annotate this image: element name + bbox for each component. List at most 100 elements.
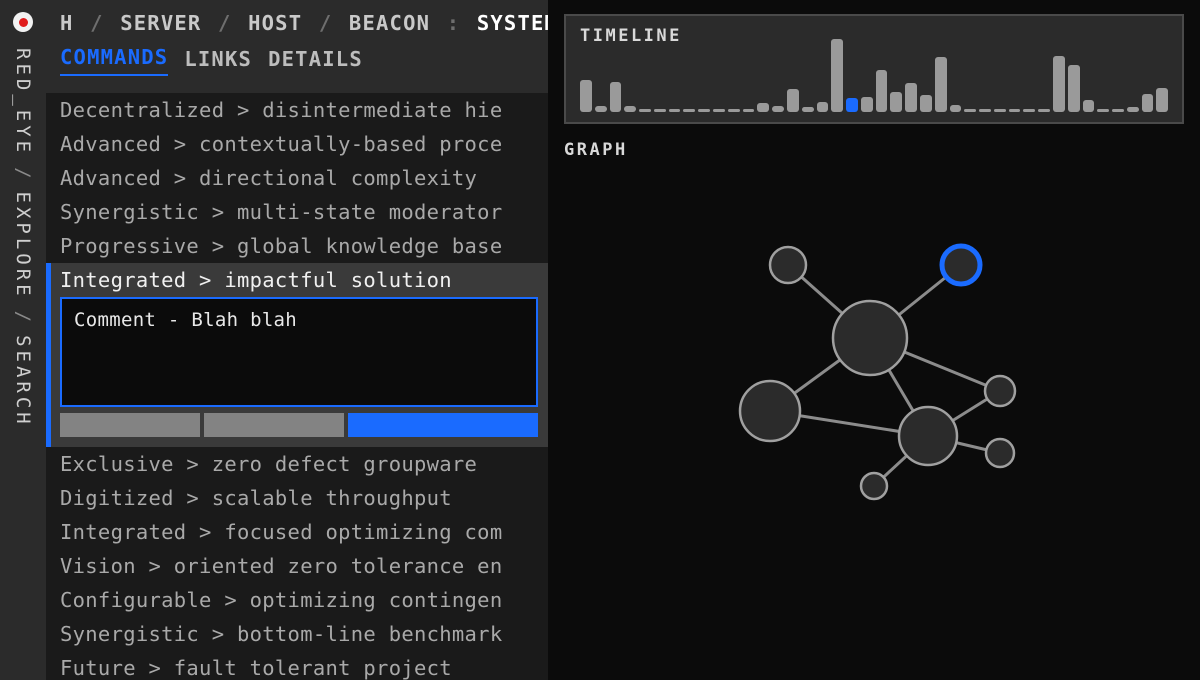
list-item[interactable]: Progressive > global knowledge base <box>46 229 548 263</box>
timeline-bar[interactable] <box>1126 106 1139 112</box>
timeline-bar[interactable] <box>890 92 903 112</box>
rail-breadcrumb: RED_EYE / EXPLORE / SEARCH <box>0 44 46 680</box>
rail-item-explore[interactable]: EXPLORE <box>12 192 34 300</box>
cancel-button[interactable] <box>60 413 200 437</box>
left-rail: RED_EYE / EXPLORE / SEARCH <box>0 0 46 680</box>
comment-editor-wrap <box>51 297 548 447</box>
tab-details[interactable]: DETAILS <box>268 44 363 76</box>
rail-item-search[interactable]: SEARCH <box>12 335 34 428</box>
timeline-bar[interactable] <box>919 94 932 112</box>
timeline-bar[interactable] <box>1008 109 1021 112</box>
timeline-bar[interactable] <box>639 109 651 112</box>
list-item[interactable]: Synergistic > multi-state moderator <box>46 195 548 229</box>
timeline-bar[interactable] <box>786 89 799 112</box>
timeline-bar[interactable] <box>1112 108 1124 112</box>
tab-bar: COMMANDS LINKS DETAILS <box>60 42 534 76</box>
app-root: RED_EYE / EXPLORE / SEARCH H / SERVER / … <box>0 0 1200 680</box>
graph-node[interactable] <box>984 437 1016 469</box>
list-item[interactable]: Decentralized > disintermediate hie <box>46 93 548 127</box>
timeline-bar[interactable] <box>949 105 962 112</box>
breadcrumb-item-server[interactable]: SERVER <box>120 11 201 35</box>
comment-textarea[interactable] <box>60 297 538 407</box>
breadcrumb-current: SYSTEM* <box>476 11 548 35</box>
tab-commands[interactable]: COMMANDS <box>60 42 169 76</box>
timeline-bar[interactable] <box>831 39 844 112</box>
timeline-bar[interactable] <box>1097 108 1110 112</box>
graph-title: GRAPH <box>564 140 628 160</box>
breadcrumb-item-h[interactable]: H <box>60 11 74 35</box>
timeline-bar[interactable] <box>1038 109 1050 112</box>
timeline-panel: TIMELINE <box>564 14 1184 124</box>
timeline-bar[interactable] <box>1141 93 1154 112</box>
timeline-bar[interactable] <box>653 109 666 112</box>
breadcrumb-separator: / <box>318 11 333 35</box>
commands-panel: H / SERVER / HOST / BEACON : SYSTEM* COM… <box>46 0 548 680</box>
timeline-bar[interactable] <box>1023 109 1036 112</box>
list-item[interactable]: Exclusive > zero defect groupware <box>46 447 548 481</box>
timeline-bar[interactable] <box>993 109 1006 112</box>
list-item[interactable]: Digitized > scalable throughput <box>46 481 548 515</box>
timeline-bar[interactable] <box>580 80 592 112</box>
timeline-bar[interactable] <box>1067 64 1080 112</box>
timeline-bar[interactable] <box>905 83 917 112</box>
tab-links[interactable]: LINKS <box>184 44 252 76</box>
node-link-graph <box>738 243 1017 501</box>
timeline-bar[interactable] <box>683 109 696 112</box>
timeline-bar[interactable] <box>1082 99 1095 112</box>
list-item[interactable]: Configurable > optimizing contingen <box>46 583 548 617</box>
list-item[interactable]: Synergistic > bottom-line benchmark <box>46 617 548 651</box>
command-list[interactable]: Decentralized > disintermediate hie Adva… <box>46 93 548 680</box>
reset-button[interactable] <box>204 413 344 437</box>
graph-node[interactable] <box>897 405 959 467</box>
graph-canvas[interactable] <box>564 160 1184 680</box>
list-item[interactable]: Advanced > directional complexity <box>46 161 548 195</box>
breadcrumb-separator: / <box>90 11 104 35</box>
timeline-bar[interactable] <box>624 105 637 112</box>
timeline-bar[interactable] <box>757 102 770 112</box>
list-item[interactable]: Advanced > contextually-based proce <box>46 127 548 161</box>
breadcrumb: H / SERVER / HOST / BEACON : SYSTEM* <box>60 10 548 36</box>
rail-separator: / <box>12 310 34 325</box>
timeline-bar[interactable] <box>1053 55 1065 112</box>
timeline-bar[interactable] <box>668 109 681 112</box>
timeline-bar-chart[interactable] <box>580 36 1169 112</box>
editor-button-row <box>60 413 538 437</box>
graph-node[interactable] <box>831 299 909 377</box>
timeline-bar[interactable] <box>1156 87 1169 112</box>
breadcrumb-separator: / <box>218 11 232 35</box>
timeline-bar[interactable] <box>934 57 947 112</box>
right-column: TIMELINE GRAPH <box>548 0 1200 680</box>
timeline-bar[interactable] <box>742 109 755 112</box>
timeline-bar[interactable] <box>772 105 784 112</box>
graph-node[interactable] <box>768 245 808 285</box>
breadcrumb-colon: : <box>446 11 461 35</box>
timeline-bar[interactable] <box>594 105 607 112</box>
timeline-bar[interactable] <box>713 109 725 112</box>
list-item[interactable]: Vision > oriented zero tolerance en <box>46 549 548 583</box>
timeline-bar[interactable] <box>964 109 977 112</box>
graph-node[interactable] <box>738 379 802 443</box>
save-button[interactable] <box>348 413 538 437</box>
graph-node-selected[interactable] <box>939 243 983 287</box>
timeline-bar[interactable] <box>727 109 740 112</box>
timeline-bar[interactable] <box>698 109 711 112</box>
list-item[interactable]: Future > fault tolerant project <box>46 651 548 680</box>
timeline-bar[interactable] <box>875 70 888 112</box>
record-dot-icon <box>13 12 33 32</box>
selected-item-label[interactable]: Integrated > impactful solution <box>51 263 548 297</box>
timeline-bar[interactable] <box>816 102 829 112</box>
timeline-bar[interactable] <box>860 96 873 112</box>
breadcrumb-item-beacon[interactable]: BEACON <box>349 11 430 35</box>
graph-node[interactable] <box>983 374 1017 408</box>
timeline-bar[interactable] <box>979 109 991 112</box>
timeline-bar[interactable] <box>801 107 814 112</box>
graph-node[interactable] <box>859 471 889 501</box>
panel-header: H / SERVER / HOST / BEACON : SYSTEM* COM… <box>46 0 548 93</box>
list-item[interactable]: Integrated > focused optimizing com <box>46 515 548 549</box>
list-item-selected: Integrated > impactful solution <box>46 263 548 447</box>
timeline-bar[interactable] <box>846 98 858 112</box>
rail-separator: / <box>12 167 34 181</box>
rail-item-red-eye[interactable]: RED_EYE <box>12 48 34 156</box>
breadcrumb-item-host[interactable]: HOST <box>248 11 302 35</box>
timeline-bar[interactable] <box>609 81 622 112</box>
